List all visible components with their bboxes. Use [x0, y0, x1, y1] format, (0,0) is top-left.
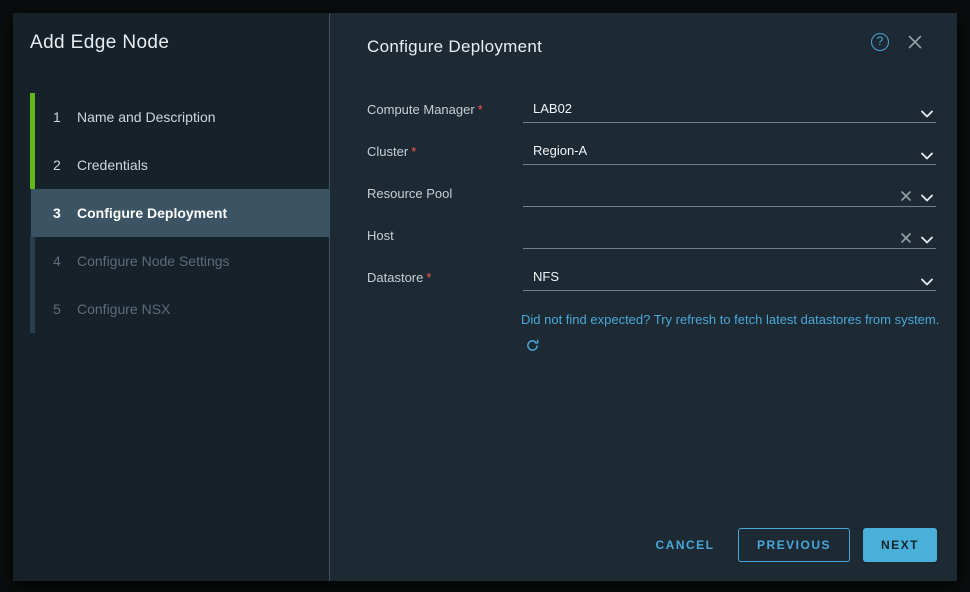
clear-icon[interactable]: [901, 188, 911, 206]
wizard-title: Add Edge Node: [30, 32, 169, 54]
field-label: Host*: [367, 222, 394, 249]
datastore-refresh-hint: Did not find expected? Try refresh to fe…: [521, 307, 941, 361]
cancel-button[interactable]: CANCEL: [648, 528, 722, 562]
previous-button[interactable]: PREVIOUS: [738, 528, 850, 562]
page-title: Configure Deployment: [367, 37, 542, 57]
host-dropdown[interactable]: [523, 222, 936, 249]
chevron-down-icon[interactable]: [921, 273, 933, 291]
selected-value: LAB02: [533, 96, 572, 121]
resource-pool-dropdown[interactable]: [523, 180, 936, 207]
field-resource-pool: Resource Pool*: [367, 180, 937, 207]
chevron-down-icon[interactable]: [921, 105, 933, 123]
step-number: 5: [53, 301, 61, 317]
step-name-and-description[interactable]: 1 Name and Description: [13, 93, 329, 141]
clear-icon[interactable]: [901, 230, 911, 248]
step-configure-nsx[interactable]: 5 Configure NSX: [13, 285, 329, 333]
field-label: Resource Pool*: [367, 180, 452, 207]
help-icon[interactable]: ?: [871, 33, 889, 51]
datastore-dropdown[interactable]: NFS: [523, 264, 936, 291]
chevron-down-icon[interactable]: [921, 189, 933, 207]
add-edge-node-dialog: Add Edge Node 1 Name and Description 2 C…: [13, 13, 957, 581]
selected-value: NFS: [533, 264, 559, 289]
step-configure-node-settings[interactable]: 4 Configure Node Settings: [13, 237, 329, 285]
step-content-panel: Configure Deployment ? Compute Manager* …: [330, 13, 957, 581]
step-number: 4: [53, 253, 61, 269]
next-button[interactable]: NEXT: [863, 528, 937, 562]
field-label: Datastore*: [367, 264, 431, 291]
field-compute-manager: Compute Manager* LAB02: [367, 96, 937, 123]
step-number: 1: [53, 109, 61, 125]
chevron-down-icon[interactable]: [921, 147, 933, 165]
step-label: Configure Node Settings: [77, 253, 230, 269]
cluster-dropdown[interactable]: Region-A: [523, 138, 936, 165]
step-configure-deployment[interactable]: 3 Configure Deployment: [13, 189, 329, 237]
required-asterisk: *: [478, 102, 483, 117]
required-asterisk: *: [426, 270, 431, 285]
required-asterisk: *: [411, 144, 416, 159]
field-host: Host*: [367, 222, 937, 249]
wizard-steps: 1 Name and Description 2 Credentials 3 C…: [13, 93, 329, 333]
step-number: 2: [53, 157, 61, 173]
field-datastore: Datastore* NFS: [367, 264, 937, 291]
wizard-sidebar: Add Edge Node 1 Name and Description 2 C…: [13, 13, 330, 581]
step-number: 3: [53, 205, 61, 221]
field-label: Compute Manager*: [367, 96, 483, 123]
selected-value: Region-A: [533, 138, 587, 163]
step-label: Name and Description: [77, 109, 216, 125]
step-label: Configure NSX: [77, 301, 170, 317]
refresh-icon[interactable]: [526, 340, 539, 355]
field-cluster: Cluster* Region-A: [367, 138, 937, 165]
close-icon[interactable]: [908, 35, 922, 49]
field-label: Cluster*: [367, 138, 416, 165]
chevron-down-icon[interactable]: [921, 231, 933, 249]
step-label: Credentials: [77, 157, 148, 173]
step-credentials[interactable]: 2 Credentials: [13, 141, 329, 189]
step-label: Configure Deployment: [77, 205, 227, 221]
compute-manager-dropdown[interactable]: LAB02: [523, 96, 936, 123]
